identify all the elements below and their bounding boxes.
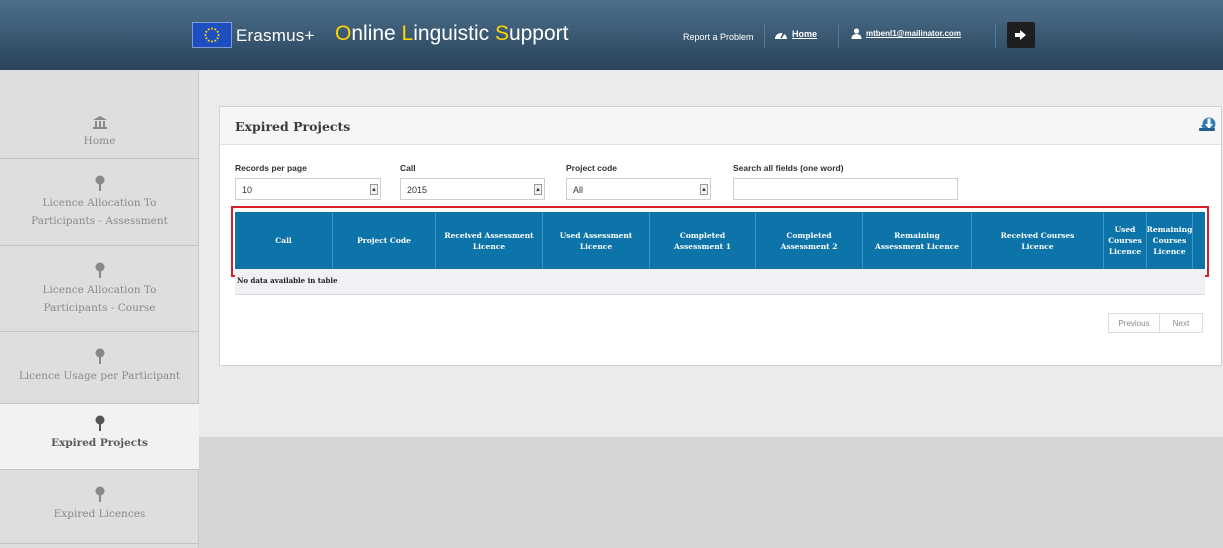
previous-button[interactable]: Previous	[1108, 313, 1160, 333]
next-button[interactable]: Next	[1159, 313, 1203, 333]
records-per-page-select[interactable]: 10 ▲	[235, 178, 381, 200]
sidebar-item-expired-projects[interactable]: Expired Projects	[0, 404, 199, 470]
logout-button[interactable]	[1007, 22, 1035, 48]
search-label: Search all fields (one word)	[733, 163, 844, 173]
sidebar-item-licence-usage[interactable]: Licence Usage per Participant	[0, 332, 199, 404]
divider	[764, 24, 765, 48]
pin-icon	[95, 262, 104, 278]
logout-icon	[1015, 30, 1026, 40]
export-icon[interactable]	[1197, 115, 1217, 135]
pin-icon	[95, 348, 104, 364]
user-icon	[851, 28, 862, 39]
app-title: Online Linguistic Support	[335, 22, 569, 45]
dropdown-arrow-icon: ▲	[700, 184, 708, 195]
home-link[interactable]: Home	[773, 28, 817, 40]
report-problem-link[interactable]: Report a Problem	[683, 32, 754, 42]
highlight-box	[231, 206, 1209, 277]
dropdown-arrow-icon: ▲	[370, 184, 378, 195]
sidebar-item-licence-allocation-assessment[interactable]: Licence Allocation To Participants - Ass…	[0, 159, 199, 246]
eu-flag-icon	[192, 22, 232, 48]
footer-area	[199, 437, 1223, 548]
records-per-page-label: Records per page	[235, 163, 307, 173]
pin-icon	[95, 415, 104, 431]
user-account-link[interactable]: mtbenl1@mailinator.com	[851, 28, 961, 39]
project-code-select[interactable]: All ▲	[566, 178, 711, 200]
dashboard-icon	[775, 32, 787, 39]
call-select[interactable]: 2015 ▲	[400, 178, 545, 200]
sidebar-item-expired-licences[interactable]: Expired Licences	[0, 470, 199, 544]
call-label: Call	[400, 163, 416, 173]
project-code-label: Project code	[566, 163, 618, 173]
erasmus-brand: Erasmus+	[236, 26, 315, 45]
empty-table-message: No data available in table	[235, 269, 1205, 295]
home-icon	[92, 116, 107, 129]
search-input[interactable]	[733, 178, 958, 200]
dropdown-arrow-icon: ▲	[534, 184, 542, 195]
top-bar: Erasmus+ Online Linguistic Support Repor…	[0, 0, 1223, 70]
sidebar-item-home[interactable]: Home	[0, 70, 199, 159]
sidebar-item-licence-allocation-course[interactable]: Licence Allocation To Participants - Cou…	[0, 246, 199, 332]
panel-header: Expired Projects	[220, 107, 1221, 145]
sidebar: Home Licence Allocation To Participants …	[0, 70, 199, 548]
pin-icon	[95, 175, 104, 191]
page-title: Expired Projects	[235, 119, 351, 134]
pin-icon	[95, 486, 104, 502]
expired-projects-panel: Expired Projects Records per page 10 ▲ C…	[219, 106, 1222, 366]
divider	[838, 24, 839, 48]
divider	[995, 24, 996, 48]
